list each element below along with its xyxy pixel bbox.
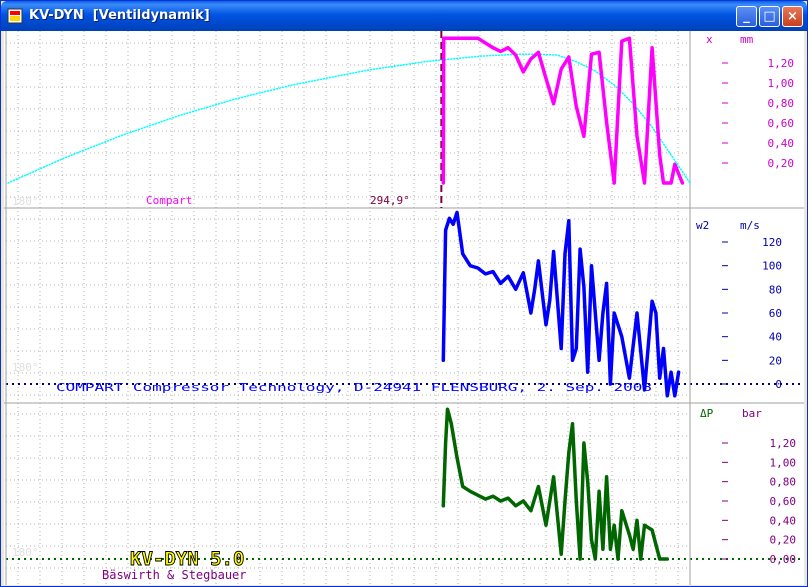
app-window: KV-DYN [Ventildynamik] _ □ × x mm 180° C… bbox=[0, 0, 808, 587]
pressure-var-label: ΔP bbox=[700, 407, 714, 420]
app-icon bbox=[7, 8, 23, 24]
axis-tick-label: 60 bbox=[769, 307, 782, 320]
axis-tick-label: 120 bbox=[762, 236, 782, 249]
axis-tick-label: 0,60 bbox=[768, 117, 795, 130]
axis-tick-label: 0,20 bbox=[768, 157, 795, 170]
axis-tick-label: 100 bbox=[762, 260, 782, 273]
lift-deg-label: 180° bbox=[12, 195, 39, 208]
axis-tick-label: 20 bbox=[769, 354, 782, 367]
axis-tick-label: 80 bbox=[769, 283, 782, 296]
axis-tick-label: 0,80 bbox=[768, 97, 795, 110]
grid-layer bbox=[6, 31, 804, 585]
lift-angle-label: 294,9° bbox=[370, 194, 410, 207]
pressure-deg-label: 180° bbox=[12, 546, 39, 559]
close-button[interactable]: × bbox=[782, 6, 803, 27]
window-title: KV-DYN [Ventildynamik] bbox=[29, 8, 210, 23]
axis-tick-label: 0,20 bbox=[770, 534, 797, 547]
velocity-caption: COMPART Compressor Technology, D-24941 F… bbox=[56, 381, 652, 394]
author-credit: Bäswirth & Stegbauer bbox=[102, 568, 247, 582]
plot-area: x mm 180° Compart 294,9° w2 m/s 180° COM… bbox=[4, 31, 804, 585]
axis-tick-label: 0 bbox=[775, 378, 782, 391]
axis-tick-label: 1,00 bbox=[770, 456, 797, 469]
axis-tick-label: 0,00 bbox=[770, 553, 797, 566]
axis-tick-label: 0,80 bbox=[770, 476, 797, 489]
velocity-unit-label: m/s bbox=[740, 219, 760, 232]
pressure-unit-label: bar bbox=[742, 407, 762, 420]
velocity-deg-label: 180° bbox=[12, 361, 39, 374]
axis-tick-label: 1,20 bbox=[768, 57, 795, 70]
kvdyn-badge: KV-DYN 5.0 bbox=[130, 548, 244, 570]
axis-tick-label: 0,60 bbox=[770, 495, 797, 508]
velocity-var-label: w2 bbox=[696, 219, 709, 232]
lift-compart-label: Compart bbox=[146, 194, 192, 207]
valve-dynamics-plot: x mm 180° Compart 294,9° w2 m/s 180° COM… bbox=[4, 31, 804, 585]
title-bar[interactable]: KV-DYN [Ventildynamik] _ □ × bbox=[1, 1, 807, 31]
lift-var-label: x bbox=[706, 33, 713, 46]
axis-tick-label: 1,00 bbox=[768, 77, 795, 90]
valve-lift-series bbox=[441, 36, 685, 185]
minimize-button[interactable]: _ bbox=[736, 6, 757, 27]
ideal-lift-series bbox=[7, 53, 691, 184]
ticks-layer: 1,20 1,00 0,80 0,60 0,40 0,20 120 100 80 60 40 20 0 1… bbox=[722, 57, 796, 566]
maximize-button[interactable]: □ bbox=[759, 6, 780, 27]
axis-tick-label: 0,40 bbox=[770, 514, 797, 527]
axis-tick-label: 40 bbox=[769, 331, 782, 344]
axis-tick-label: 0,40 bbox=[768, 137, 795, 150]
velocity-series bbox=[441, 210, 681, 398]
lift-unit-label: mm bbox=[740, 33, 754, 46]
axis-tick-label: 1,20 bbox=[770, 437, 797, 450]
